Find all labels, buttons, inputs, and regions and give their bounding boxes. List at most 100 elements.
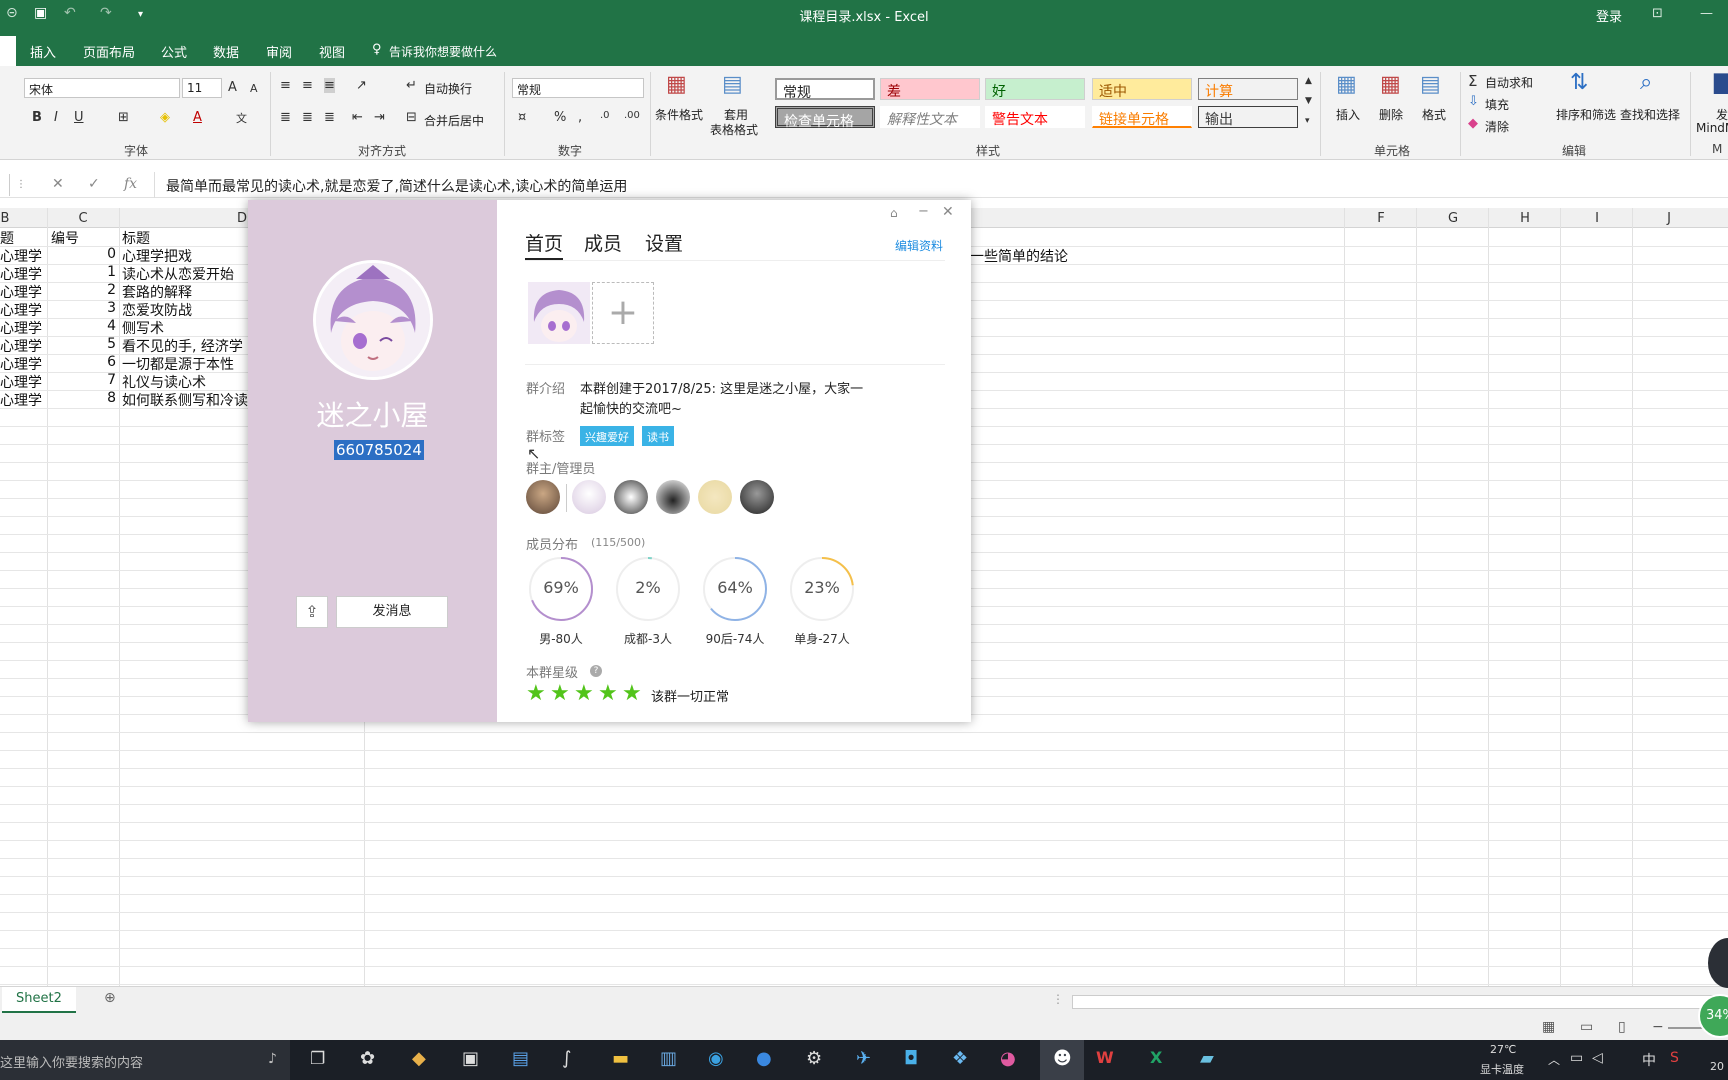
cell-b3[interactable]: 心理学 xyxy=(0,264,42,284)
phonetic-icon[interactable]: 文 xyxy=(236,110,247,126)
style-warning[interactable]: 警告文本 xyxy=(985,106,1085,128)
bold-icon[interactable]: B xyxy=(32,110,42,125)
format-button[interactable]: 格式 xyxy=(1422,106,1446,123)
overflow-cell-text[interactable]: 一些简单的结论 xyxy=(970,246,1068,266)
fill-button[interactable]: 填充 xyxy=(1485,96,1509,113)
minimize-icon[interactable]: — xyxy=(1700,6,1713,21)
wrap-text-button[interactable]: 自动换行 xyxy=(424,80,472,97)
italic-icon[interactable]: I xyxy=(54,110,58,125)
login-link[interactable]: 登录 xyxy=(1596,6,1622,25)
app-icon-8[interactable]: ✈ xyxy=(856,1048,871,1069)
tag-interest[interactable]: 兴趣爱好 xyxy=(580,426,634,446)
app-icon-7[interactable]: ● xyxy=(756,1048,772,1069)
admin-avatar-4[interactable] xyxy=(698,480,732,514)
sort-filter-button[interactable]: 排序和筛选 xyxy=(1556,106,1616,123)
style-good[interactable]: 好 xyxy=(985,78,1085,100)
currency-icon[interactable]: ¤ xyxy=(518,110,526,125)
tab-data[interactable]: 数据 xyxy=(213,42,239,61)
align-middle-icon[interactable]: ≡ xyxy=(302,78,313,93)
fill-color-icon[interactable]: ◈ xyxy=(160,110,170,125)
volume-icon[interactable]: ◁ xyxy=(1592,1050,1603,1066)
function-icon[interactable]: fx xyxy=(124,176,137,192)
style-output[interactable]: 输出 xyxy=(1198,106,1298,128)
app-icon-6[interactable]: ◉ xyxy=(708,1048,724,1069)
borders-icon[interactable]: ⊞ xyxy=(118,110,129,125)
excel-icon[interactable]: X xyxy=(1150,1048,1162,1067)
autosum-button[interactable]: 自动求和 xyxy=(1485,74,1533,91)
skin-icon[interactable]: ⌂ xyxy=(890,206,898,220)
underline-icon[interactable]: U xyxy=(74,110,84,125)
app-icon-9[interactable]: ◘ xyxy=(904,1048,918,1069)
cell-b5[interactable]: 心理学 xyxy=(0,300,42,320)
comma-icon[interactable]: , xyxy=(578,110,582,125)
col-j-header[interactable]: J xyxy=(1633,211,1705,226)
app-icon-12[interactable]: ▰ xyxy=(1200,1048,1214,1069)
cell-c6[interactable]: 4 xyxy=(48,318,116,334)
page-break-view-icon[interactable]: ▯ xyxy=(1618,1019,1626,1035)
tab-home[interactable] xyxy=(0,36,16,66)
admin-avatar-1[interactable] xyxy=(572,480,606,514)
sheet-tab-sheet2[interactable]: Sheet2 xyxy=(2,987,76,1013)
tab-formulas[interactable]: 公式 xyxy=(161,42,187,61)
cell-c2[interactable]: 0 xyxy=(48,246,116,262)
find-select-button[interactable]: 查找和选择 xyxy=(1620,106,1680,123)
cell-c5[interactable]: 3 xyxy=(48,300,116,316)
name-box[interactable] xyxy=(0,174,10,196)
col-f-header[interactable]: F xyxy=(1345,211,1417,226)
insert-button[interactable]: 插入 xyxy=(1336,106,1360,123)
splitter-icon[interactable]: ⋮ xyxy=(1052,992,1064,1006)
tab-view[interactable]: 视图 xyxy=(319,42,345,61)
merge-center-button[interactable]: 合并后居中 xyxy=(424,112,484,129)
send-message-button[interactable]: 发消息 xyxy=(336,596,448,628)
cell-b9[interactable]: 心理学 xyxy=(0,372,42,392)
styles-scroll-up-icon[interactable]: ▲ xyxy=(1305,76,1312,86)
enter-icon[interactable]: ✓ xyxy=(88,176,100,192)
style-explanatory[interactable]: 解释性文本 xyxy=(880,106,980,128)
taskbar-search[interactable]: 这里输入你要搜索的内容 ♪ xyxy=(0,1040,290,1080)
format-table-button-2[interactable]: 表格格式 xyxy=(710,121,758,138)
align-top-icon[interactable]: ≡ xyxy=(280,78,291,93)
tab-page-layout[interactable]: 页面布局 xyxy=(83,42,135,61)
align-left-icon[interactable]: ≣ xyxy=(280,110,291,125)
number-format-select[interactable]: 常规 xyxy=(512,78,644,98)
tab-members[interactable]: 成员 xyxy=(584,229,622,256)
style-neutral[interactable]: 适中 xyxy=(1092,78,1192,100)
style-linked-cell[interactable]: 链接单元格 xyxy=(1092,106,1192,128)
cell-c9[interactable]: 7 xyxy=(48,372,116,388)
wps-icon[interactable]: W xyxy=(1096,1048,1114,1067)
add-sheet-icon[interactable]: ⊕ xyxy=(104,990,116,1006)
col-i-header[interactable]: I xyxy=(1561,211,1633,226)
clear-button[interactable]: 清除 xyxy=(1485,118,1509,135)
microphone-icon[interactable]: ♪ xyxy=(268,1051,277,1067)
mindmanager-label-2[interactable]: MindM xyxy=(1696,121,1728,135)
cell-b8[interactable]: 心理学 xyxy=(0,354,42,374)
font-size-select[interactable]: 11 xyxy=(182,78,222,98)
admin-avatar-5[interactable] xyxy=(740,480,774,514)
cancel-icon[interactable]: ✕ xyxy=(52,176,64,192)
increase-decimal-icon[interactable]: .0 xyxy=(600,110,610,121)
col-h-header[interactable]: H xyxy=(1489,211,1561,226)
app-icon-5[interactable]: ▥ xyxy=(660,1048,677,1069)
share-button[interactable]: ⇪ xyxy=(296,596,328,628)
owner-avatar[interactable] xyxy=(526,480,560,514)
page-layout-view-icon[interactable]: ▭ xyxy=(1580,1019,1593,1035)
conditional-format-button[interactable]: 条件格式 xyxy=(655,106,703,123)
cell-b4[interactable]: 心理学 xyxy=(0,282,42,302)
cell-b1[interactable]: 题 xyxy=(0,228,14,248)
font-name-select[interactable]: 宋体 xyxy=(24,78,180,98)
cell-c3[interactable]: 1 xyxy=(48,264,116,280)
app-icon-1[interactable]: ✿ xyxy=(360,1048,375,1069)
style-check-cell[interactable]: 检查单元格 xyxy=(775,106,875,130)
file-explorer-icon[interactable]: ▬ xyxy=(612,1048,629,1069)
minimize-icon[interactable]: − xyxy=(918,204,929,219)
decrease-decimal-icon[interactable]: .00 xyxy=(624,110,640,121)
increase-indent-icon[interactable]: ⇥ xyxy=(374,110,385,125)
styles-scroll-down-icon[interactable]: ▼ xyxy=(1305,96,1312,106)
tag-reading[interactable]: 读书 xyxy=(642,426,674,446)
orientation-icon[interactable]: ↗ xyxy=(356,78,367,93)
help-icon[interactable]: ? xyxy=(590,665,602,677)
cell-c4[interactable]: 2 xyxy=(48,282,116,298)
cell-c1[interactable]: 编号 xyxy=(51,228,79,248)
cell-b6[interactable]: 心理学 xyxy=(0,318,42,338)
col-b-header[interactable]: B xyxy=(0,211,10,226)
